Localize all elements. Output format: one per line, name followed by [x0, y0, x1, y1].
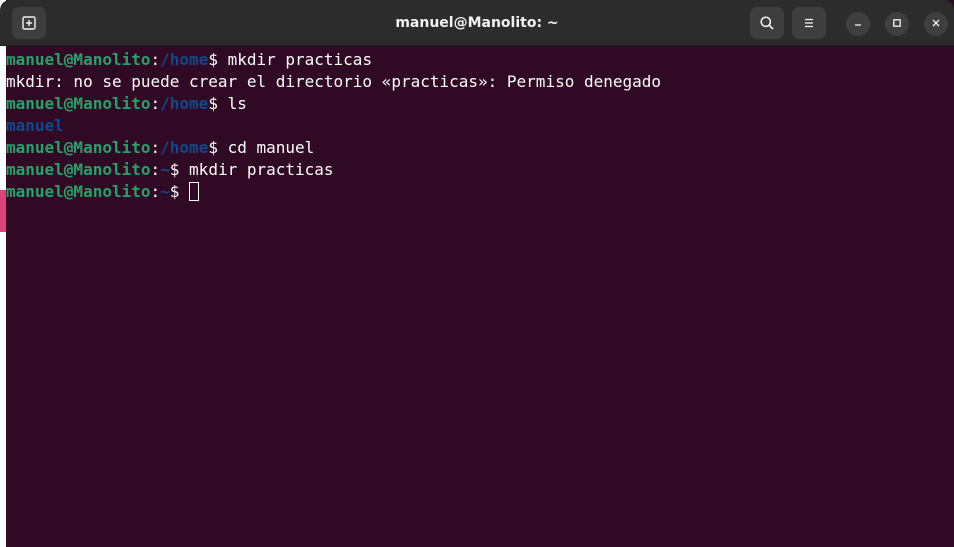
prompt-user-host: manuel@Manolito [6, 94, 151, 113]
prompt-symbol: $ [208, 50, 228, 69]
prompt-path: /home [160, 50, 209, 69]
prompt-user-host: manuel@Manolito [6, 160, 151, 179]
search-button[interactable] [750, 7, 784, 39]
terminal-line: manuel@Manolito:/home$ cd manuel [6, 137, 954, 159]
prompt-separator: : [150, 160, 161, 179]
prompt-separator: : [150, 182, 161, 201]
command-text: cd manuel [227, 138, 315, 157]
command-text: ls [227, 94, 247, 113]
prompt-symbol: $ [208, 138, 228, 157]
prompt-symbol: $ [208, 94, 228, 113]
prompt-path: /home [160, 138, 209, 157]
prompt-path: ~ [160, 182, 170, 201]
search-icon [759, 15, 775, 31]
menu-button[interactable] [792, 7, 826, 39]
minimize-icon [853, 15, 863, 33]
terminal-window: manuel@Manolito: ~ manuel@Manolito:/home… [0, 0, 954, 547]
output-text: mkdir: no se puede crear el directorio «… [6, 72, 662, 91]
prompt-user-host: manuel@Manolito [6, 50, 151, 69]
prompt-path: /home [160, 94, 209, 113]
terminal-line: manuel [6, 115, 954, 137]
close-button[interactable] [924, 12, 948, 36]
minimize-button[interactable] [846, 12, 870, 36]
terminal-line: manuel@Manolito:~$ mkdir practicas [6, 159, 954, 181]
prompt-separator: : [150, 94, 161, 113]
prompt-path: ~ [160, 160, 170, 179]
prompt-separator: : [150, 50, 161, 69]
close-icon [931, 15, 941, 33]
terminal-line-active[interactable]: manuel@Manolito:~$ [6, 181, 954, 203]
terminal-line: manuel@Manolito:/home$ mkdir practicas [6, 49, 954, 71]
command-text: mkdir practicas [227, 50, 373, 69]
command-text: mkdir practicas [189, 160, 334, 179]
prompt-user-host: manuel@Manolito [6, 182, 151, 201]
hamburger-menu-icon [802, 16, 816, 30]
prompt-symbol: $ [169, 160, 190, 179]
prompt-user-host: manuel@Manolito [6, 138, 151, 157]
title-bar[interactable]: manuel@Manolito: ~ [0, 0, 954, 46]
terminal-line: mkdir: no se puede crear el directorio «… [6, 71, 954, 93]
maximize-icon [892, 15, 902, 33]
terminal-output[interactable]: manuel@Manolito:/home$ mkdir practicas m… [6, 47, 954, 547]
maximize-button[interactable] [885, 12, 909, 36]
directory-listing-entry: manuel [6, 116, 64, 135]
prompt-symbol: $ [169, 182, 190, 201]
terminal-cursor [189, 182, 200, 201]
prompt-separator: : [150, 138, 161, 157]
terminal-line: manuel@Manolito:/home$ ls [6, 93, 954, 115]
